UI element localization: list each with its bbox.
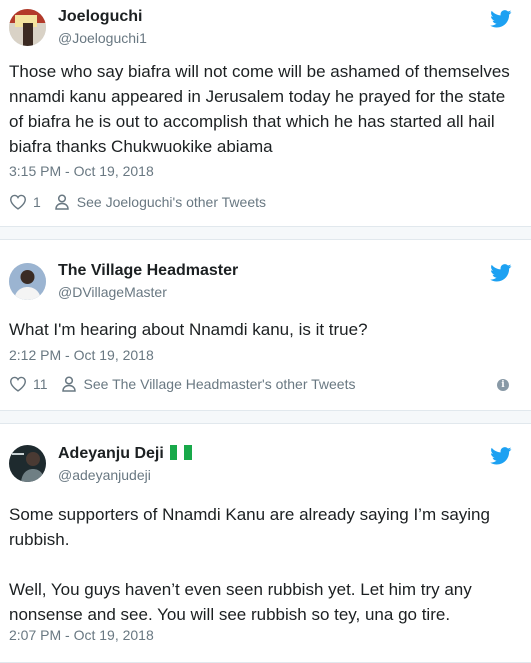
avatar[interactable] <box>9 445 46 482</box>
twitter-bird-icon[interactable] <box>490 10 512 28</box>
avatar[interactable] <box>9 9 46 46</box>
like-count[interactable]: 11 <box>33 376 48 392</box>
heart-icon[interactable] <box>9 194 27 210</box>
other-tweets-link[interactable]: See The Village Headmaster's other Tweet… <box>84 376 356 392</box>
other-tweets-link[interactable]: See Joeloguchi's other Tweets <box>77 194 266 210</box>
tweet-actions: 1 See Joeloguchi's other Tweets <box>9 194 266 210</box>
tweet-text: Some supporters of Nnamdi Kanu are alrea… <box>9 505 490 624</box>
twitter-bird-icon[interactable] <box>490 264 512 282</box>
tweet-timestamp[interactable]: 2:07 PM - Oct 19, 2018 <box>9 627 154 643</box>
person-icon <box>61 376 76 392</box>
tweet-text: Those who say biafra will not come will … <box>9 62 510 156</box>
user-handle[interactable]: @DVillageMaster <box>58 284 167 300</box>
user-handle[interactable]: @adeyanjudeji <box>58 467 151 483</box>
tweet-divider <box>0 411 531 423</box>
like-count[interactable]: 1 <box>33 194 41 210</box>
display-name[interactable]: Joeloguchi <box>58 8 142 26</box>
tweet-card-joeloguchi: Joeloguchi @Joeloguchi1 Those who say bi… <box>0 0 531 227</box>
user-handle[interactable]: @Joeloguchi1 <box>58 30 147 46</box>
info-icon[interactable]: i <box>497 379 509 391</box>
tweet-actions: 11 See The Village Headmaster's other Tw… <box>9 376 356 392</box>
display-name[interactable]: The Village Headmaster <box>58 262 238 280</box>
display-name[interactable]: Adeyanju Deji <box>58 445 192 463</box>
display-name-text[interactable]: Adeyanju Deji <box>58 445 164 462</box>
tweet-text: What I'm hearing about Nnamdi kanu, is i… <box>9 320 368 339</box>
heart-icon[interactable] <box>9 376 27 392</box>
twitter-bird-icon[interactable] <box>490 447 512 465</box>
tweet-card-village-headmaster: The Village Headmaster @DVillageMaster W… <box>0 239 531 411</box>
tweet-timestamp[interactable]: 3:15 PM - Oct 19, 2018 <box>9 163 154 179</box>
tweet-card-adeyanju-deji: Adeyanju Deji @adeyanjudeji Some support… <box>0 423 531 663</box>
tweet-timestamp[interactable]: 2:12 PM - Oct 19, 2018 <box>9 347 154 363</box>
nigeria-flag-icon <box>169 445 192 460</box>
avatar[interactable] <box>9 263 46 300</box>
person-icon <box>55 194 69 210</box>
tweet-divider <box>0 227 531 239</box>
